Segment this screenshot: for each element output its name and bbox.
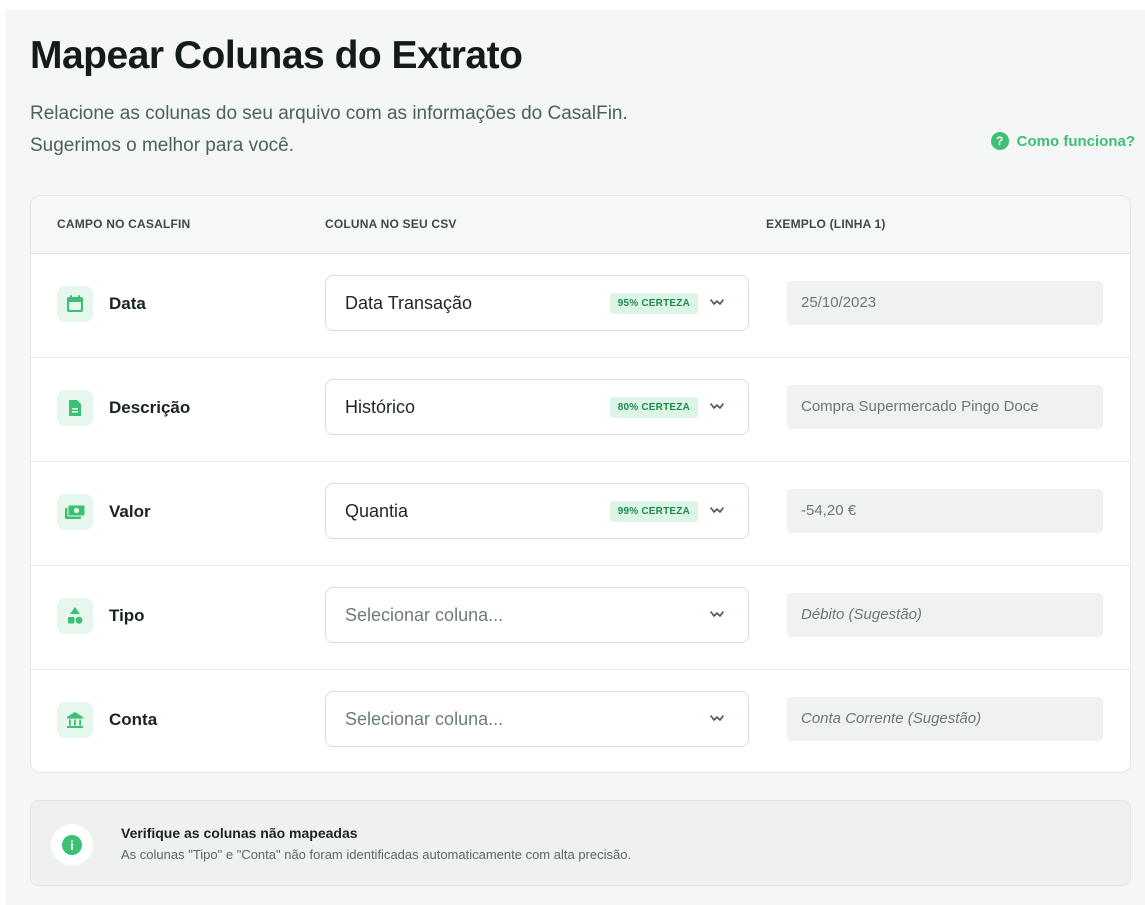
column-select-descricao[interactable]: Histórico 80% CERTEZA: [325, 379, 749, 435]
table-row-data: Data Data Transação 95% CERTEZA 25/10/20…: [31, 254, 1130, 358]
example-value: Compra Supermercado Pingo Doce: [787, 385, 1103, 429]
selected-column: Data Transação: [345, 293, 473, 313]
confidence-badge: 95% CERTEZA: [609, 293, 698, 314]
money-icon: [57, 494, 93, 530]
example-value: 25/10/2023: [787, 281, 1103, 325]
chevron-down-icon: [710, 507, 724, 513]
bank-icon: [57, 702, 93, 738]
subtitle-line-1: Relacione as colunas do seu arquivo com …: [30, 103, 628, 124]
field-label-data: Data: [109, 294, 146, 313]
field-label-conta: Conta: [109, 710, 158, 729]
column-select-data[interactable]: Data Transação 95% CERTEZA: [325, 275, 749, 331]
page-subtitle: Relacione as colunas do seu arquivo com …: [30, 98, 790, 162]
example-value: Conta Corrente (Sugestão): [787, 697, 1103, 741]
notice-title: Verifique as colunas não mapeadas: [121, 825, 358, 841]
table-row-valor: Valor Quantia 99% CERTEZA -54,20 €: [31, 462, 1130, 566]
question-circle-icon: ?: [990, 132, 1009, 150]
column-header-field: CAMPO NO CASALFIN: [57, 217, 191, 231]
table-row-descricao: Descrição Histórico 80% CERTEZA Compra S…: [31, 358, 1130, 462]
select-placeholder: Selecionar coluna...: [345, 605, 504, 625]
example-value: -54,20 €: [787, 489, 1103, 533]
document-icon: [57, 390, 93, 426]
chevron-down-icon: [710, 715, 724, 721]
how-it-works-label: Como funciona?: [1016, 132, 1135, 150]
selected-column: Histórico: [345, 397, 416, 417]
field-label-valor: Valor: [109, 502, 151, 521]
column-header-csv: COLUNA NO SEU CSV: [325, 217, 457, 231]
table-row-tipo: Tipo Selecionar coluna... Débito (Sugest…: [31, 566, 1130, 670]
example-value: Débito (Sugestão): [787, 593, 1103, 637]
column-select-valor[interactable]: Quantia 99% CERTEZA: [325, 483, 749, 539]
chevron-down-icon: [710, 611, 724, 617]
how-it-works-link[interactable]: ? Como funciona?: [990, 132, 1135, 150]
table-row-conta: Conta Selecionar coluna... Conta Corrent…: [31, 670, 1130, 772]
chevron-down-icon: [710, 299, 724, 305]
subtitle-line-2: Sugerimos o melhor para você.: [30, 135, 295, 156]
page-title: Mapear Colunas do Extrato: [30, 34, 523, 77]
info-icon: i: [62, 835, 82, 855]
calendar-icon: [57, 286, 93, 322]
field-label-descricao: Descrição: [109, 398, 191, 417]
column-header-example: EXEMPLO (LINHA 1): [766, 217, 886, 231]
select-placeholder: Selecionar coluna...: [345, 709, 504, 729]
chevron-down-icon: [710, 403, 724, 409]
confidence-badge: 99% CERTEZA: [609, 501, 698, 522]
page-background: Mapear Colunas do Extrato Relacione as c…: [6, 10, 1145, 905]
unmapped-columns-notice: i Verifique as colunas não mapeadas As c…: [30, 800, 1131, 886]
field-label-tipo: Tipo: [109, 606, 145, 625]
category-icon: [57, 598, 93, 634]
column-select-tipo[interactable]: Selecionar coluna...: [325, 587, 749, 643]
confidence-badge: 80% CERTEZA: [609, 397, 698, 418]
notice-text: As colunas "Tipo" e "Conta" não foram id…: [121, 847, 632, 862]
column-select-conta[interactable]: Selecionar coluna...: [325, 691, 749, 747]
info-icon-badge: i: [51, 824, 93, 866]
mapping-table: CAMPO NO CASALFIN COLUNA NO SEU CSV EXEM…: [30, 195, 1131, 773]
selected-column: Quantia: [345, 501, 409, 521]
table-header: CAMPO NO CASALFIN COLUNA NO SEU CSV EXEM…: [31, 196, 1130, 254]
